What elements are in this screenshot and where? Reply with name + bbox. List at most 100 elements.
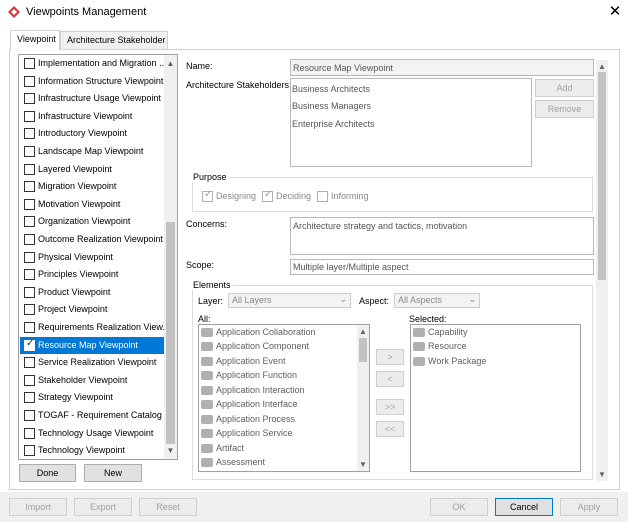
viewpoint-list[interactable]: Implementation and Migration ... Informat… (18, 54, 178, 460)
move-all-right-button[interactable]: >> (376, 399, 404, 415)
viewpoint-list-item[interactable]: Strategy Viewpoint (20, 389, 165, 406)
done-button[interactable]: Done (19, 464, 76, 482)
name-field[interactable]: Resource Map Viewpoint (290, 59, 594, 76)
viewpoint-checkbox[interactable] (24, 304, 35, 316)
tab-architecture-stakeholder[interactable]: Architecture Stakeholder (60, 31, 168, 49)
scroll-down-icon[interactable]: ▼ (357, 458, 369, 471)
scroll-down-icon[interactable]: ▼ (164, 444, 177, 457)
viewpoint-checkbox[interactable] (24, 357, 35, 369)
item-label: Application Function (216, 370, 298, 380)
concerns-field[interactable]: Architecture strategy and tactics, motiv… (290, 217, 594, 255)
new-button[interactable]: New (84, 464, 142, 482)
aspect-select[interactable]: All Aspects ⌄ (394, 293, 480, 308)
viewpoint-list-item[interactable]: Physical Viewpoint (20, 249, 165, 266)
selected-elements-list[interactable]: Capability Resource Work Package (410, 324, 581, 472)
viewpoint-list-item[interactable]: Implementation and Migration ... (20, 55, 165, 72)
all-list-scrollbar[interactable]: ▲ ▼ (357, 325, 369, 471)
move-right-button[interactable]: > (376, 349, 404, 365)
move-left-button[interactable]: < (376, 371, 404, 387)
viewpoint-list-item[interactable]: Service Realization Viewpoint (20, 354, 165, 371)
viewpoint-list-item[interactable]: Requirements Realization View... (20, 319, 165, 336)
viewpoint-checkbox[interactable] (24, 269, 35, 281)
item-label: Application Interface (216, 399, 298, 409)
viewpoint-list-item[interactable]: Outcome Realization Viewpoint (20, 231, 165, 248)
viewpoint-list-item[interactable]: Organization Viewpoint (20, 213, 165, 230)
item-label: Resource (428, 341, 467, 351)
scroll-up-icon[interactable]: ▲ (357, 325, 369, 338)
cancel-button[interactable]: Cancel (495, 498, 553, 516)
viewpoint-list-item[interactable]: Layered Viewpoint (20, 161, 165, 178)
viewpoint-list-item[interactable]: Introductory Viewpoint (20, 125, 165, 142)
viewpoint-list-item[interactable]: Stakeholder Viewpoint (20, 372, 165, 389)
viewpoint-list-item[interactable]: ✓ Resource Map Viewpoint (20, 336, 165, 354)
viewpoint-checkbox[interactable] (24, 128, 35, 140)
apply-button[interactable]: Apply (560, 498, 618, 516)
scroll-up-icon[interactable]: ▲ (164, 57, 177, 70)
viewpoint-list-item[interactable]: Information Structure Viewpoint (20, 73, 165, 90)
viewpoint-checkbox[interactable] (24, 93, 35, 105)
viewpoint-checkbox[interactable] (24, 163, 35, 175)
scope-field[interactable]: Multiple layer/Multiple aspect (290, 259, 594, 275)
viewpoint-checkbox[interactable] (24, 286, 35, 298)
viewpoint-checkbox[interactable] (24, 427, 35, 439)
close-icon[interactable]: ✕ (606, 2, 624, 22)
remove-button[interactable]: Remove (535, 100, 594, 118)
item-label: Application Event (216, 356, 286, 366)
form-scroll-thumb[interactable] (598, 72, 606, 280)
designing-checkbox[interactable]: ✓ Designing (202, 189, 262, 203)
viewpoint-list-item[interactable]: Infrastructure Viewpoint (20, 108, 165, 125)
export-button[interactable]: Export (74, 498, 132, 516)
viewpoint-checkbox[interactable] (24, 374, 35, 386)
reset-button[interactable]: Reset (139, 498, 197, 516)
deciding-checkbox[interactable]: ✓ Deciding (262, 189, 317, 203)
ok-button[interactable]: OK (430, 498, 488, 516)
list-item[interactable]: Business Managers (292, 101, 371, 111)
add-button[interactable]: Add (535, 79, 594, 97)
viewpoint-list-item[interactable]: Project Viewpoint (20, 301, 165, 318)
viewpoint-checkbox[interactable] (24, 198, 35, 210)
move-all-left-button[interactable]: << (376, 421, 404, 437)
viewpoint-checkbox[interactable] (24, 181, 35, 193)
informing-checkbox[interactable]: Informing (317, 191, 377, 203)
viewpoint-list-item[interactable]: Principles Viewpoint (20, 266, 165, 283)
stakeholders-list[interactable]: Business Architects Business Managers En… (290, 78, 532, 167)
checkbox-box[interactable] (317, 191, 328, 202)
import-button[interactable]: Import (9, 498, 67, 516)
viewpoint-label: Layered Viewpoint (38, 163, 112, 174)
viewpoint-checkbox[interactable] (24, 445, 35, 457)
list-item[interactable]: Business Architects (292, 84, 370, 94)
viewpoint-checkbox[interactable]: ✓ (24, 338, 35, 351)
viewpoint-list-item[interactable]: Technology Usage Viewpoint (20, 425, 165, 442)
viewpoint-checkbox[interactable] (24, 251, 35, 263)
checkbox-box[interactable]: ✓ (202, 189, 213, 202)
viewpoint-checkbox[interactable] (24, 110, 35, 122)
viewpoint-checkbox[interactable] (24, 216, 35, 228)
viewpoint-list-item[interactable]: Infrastructure Usage Viewpoint (20, 90, 165, 107)
viewpoint-list-item[interactable]: Technology Viewpoint (20, 442, 165, 459)
window-title: Viewpoints Management (26, 6, 147, 18)
scroll-down-icon[interactable]: ▼ (596, 468, 608, 481)
item-label: Assessment (216, 457, 266, 467)
viewpoint-list-scroll-thumb[interactable] (166, 222, 175, 444)
viewpoint-label: Technology Usage Viewpoint (38, 427, 154, 438)
viewpoint-checkbox[interactable] (24, 392, 35, 404)
viewpoint-checkbox[interactable] (24, 234, 35, 245)
scroll-thumb[interactable] (359, 338, 367, 362)
list-item[interactable]: Enterprise Architects (292, 119, 375, 129)
viewpoint-checkbox[interactable] (24, 410, 35, 421)
viewpoint-list-item[interactable]: Motivation Viewpoint (20, 196, 165, 213)
viewpoint-list-item[interactable]: Product Viewpoint (20, 284, 165, 301)
viewpoint-list-item[interactable]: Migration Viewpoint (20, 178, 165, 195)
layer-select[interactable]: All Layers ⌄ (228, 293, 351, 308)
viewpoint-label: Requirements Realization View... (38, 322, 164, 332)
viewpoint-checkbox[interactable] (24, 146, 35, 157)
viewpoint-label: Service Realization Viewpoint (38, 357, 157, 368)
viewpoint-checkbox[interactable] (24, 322, 35, 333)
viewpoint-list-item[interactable]: TOGAF - Requirement Catalog (20, 407, 165, 424)
checkbox-box[interactable]: ✓ (262, 189, 273, 202)
viewpoint-list-item[interactable]: Landscape Map Viewpoint (20, 143, 165, 160)
tab-viewpoint[interactable]: Viewpoint (10, 30, 60, 50)
viewpoint-checkbox[interactable] (24, 75, 35, 87)
all-elements-list[interactable]: Application Collaboration Application Co… (198, 324, 370, 472)
viewpoint-checkbox[interactable] (24, 58, 35, 69)
